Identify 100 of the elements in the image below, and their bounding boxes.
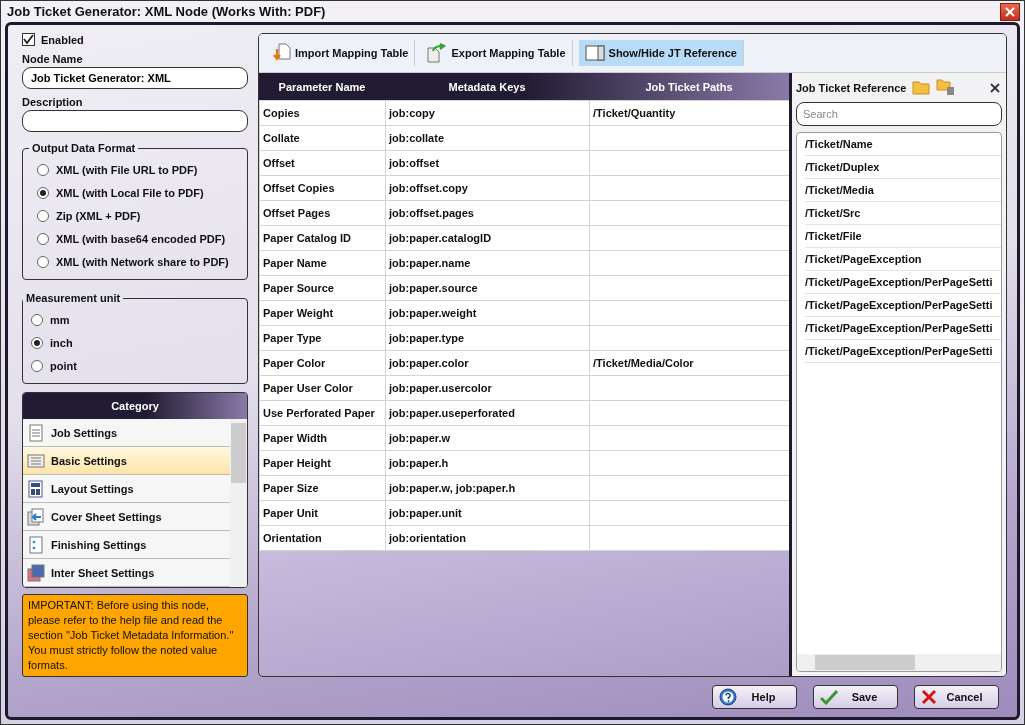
folder-trash-icon[interactable] bbox=[936, 79, 957, 96]
radio-button[interactable] bbox=[37, 163, 49, 176]
radio-label: inch bbox=[50, 336, 73, 349]
table-cell: Use Perforated Paper bbox=[259, 400, 386, 426]
radio-button[interactable] bbox=[31, 336, 43, 349]
table-cell: job:paper.source bbox=[385, 275, 590, 301]
document-icon bbox=[27, 507, 45, 526]
scrollbar[interactable] bbox=[230, 419, 247, 587]
list-item[interactable]: /Ticket/PageException/PerPageSetti bbox=[805, 294, 1001, 317]
list-item[interactable]: /Ticket/Name bbox=[805, 133, 1001, 156]
table-cell: Paper Type bbox=[259, 325, 386, 351]
table-cell: job:offset.copy bbox=[385, 175, 590, 201]
table-cell: Offset bbox=[259, 150, 386, 176]
table-cell: job:paper.usercolor bbox=[385, 375, 590, 401]
category-item[interactable]: Basic Settings bbox=[23, 447, 230, 475]
table-cell: job:paper.weight bbox=[385, 300, 590, 326]
panel-icon bbox=[584, 45, 605, 61]
help-icon bbox=[719, 688, 737, 706]
document-icon bbox=[27, 423, 45, 442]
document-icon bbox=[27, 563, 45, 582]
table-cell: Paper Size bbox=[259, 475, 386, 501]
cross-icon bbox=[921, 689, 937, 705]
table-cell: job:copy bbox=[385, 100, 590, 126]
save-button[interactable]: Save bbox=[813, 685, 898, 709]
table-cell: job:paper.useperforated bbox=[385, 400, 590, 426]
document-arrow-icon bbox=[273, 43, 291, 63]
notice-text: IMPORTANT: Before using this node, please refer to the help file and read the section "Job Ticket Metadata Information." You must strictly follow the noted value formats. bbox=[22, 594, 248, 677]
list-item[interactable]: /Ticket/Media bbox=[805, 179, 1001, 202]
table-cell: Offset Pages bbox=[259, 200, 386, 226]
toolbar-button[interactable]: Import Mapping Table bbox=[267, 40, 416, 66]
panel-header: Category bbox=[23, 393, 247, 419]
table-cell: job:paper.w bbox=[385, 425, 590, 451]
table-cell: job:paper.w, job:paper.h bbox=[385, 475, 590, 501]
table-cell: job:paper.catalogID bbox=[385, 225, 590, 251]
table-cell: Paper User Color bbox=[259, 375, 386, 401]
table-cell: Orientation bbox=[259, 525, 386, 551]
table-cell: job:paper.color bbox=[385, 350, 590, 376]
list-item[interactable]: /Ticket/PageException/PerPageSetti bbox=[805, 271, 1001, 294]
document-icon bbox=[27, 479, 45, 498]
category-item[interactable]: Inter Sheet Settings bbox=[23, 559, 230, 587]
column-header[interactable]: Job Ticket Paths bbox=[589, 80, 789, 93]
category-item[interactable]: Cover Sheet Settings bbox=[23, 503, 230, 531]
list-item[interactable]: /Ticket/PageException/PerPageSetti bbox=[805, 340, 1001, 363]
list-item[interactable]: /Ticket/Src bbox=[805, 202, 1001, 225]
radio-label: mm bbox=[50, 313, 70, 326]
checkmark-icon bbox=[820, 689, 838, 705]
table-cell: Collate bbox=[259, 125, 386, 151]
search-field[interactable]: Search bbox=[796, 102, 1002, 126]
radio-button[interactable] bbox=[37, 255, 49, 268]
input-field[interactable] bbox=[22, 110, 248, 132]
radio-label: Zip (XML + PDF) bbox=[56, 209, 141, 222]
cancel-button[interactable]: Cancel bbox=[914, 685, 999, 709]
input-field[interactable]: Job Ticket Generator: XML bbox=[22, 67, 248, 89]
table-cell: Paper Name bbox=[259, 250, 386, 276]
list-item[interactable]: /Ticket/File bbox=[805, 225, 1001, 248]
table-cell: job:paper.type bbox=[385, 325, 590, 351]
toolbar-button[interactable]: Show/Hide JT Reference bbox=[578, 40, 744, 66]
radio-button[interactable] bbox=[37, 232, 49, 245]
radio-button[interactable] bbox=[31, 359, 43, 372]
window-title: Job Ticket Generator: XML Node (Works With: PDF) bbox=[7, 4, 327, 19]
checkbox-label: Enabled bbox=[41, 33, 84, 46]
radio-button[interactable] bbox=[31, 313, 43, 326]
radio-label: XML (with base64 encoded PDF) bbox=[56, 232, 226, 245]
table-cell: job:collate bbox=[385, 125, 590, 151]
field-label: Node Name bbox=[22, 53, 84, 65]
toolbar-button[interactable]: Export Mapping Table bbox=[421, 40, 573, 66]
table-cell: /Ticket/Quantity bbox=[589, 100, 790, 126]
help-button[interactable]: Help bbox=[712, 685, 797, 709]
list-item[interactable]: /Ticket/PageException/PerPageSetti bbox=[805, 317, 1001, 340]
list-item[interactable]: /Ticket/PageException bbox=[805, 248, 1001, 271]
radio-button[interactable] bbox=[37, 186, 49, 199]
table-cell: job:offset.pages bbox=[385, 200, 590, 226]
list-item[interactable]: /Ticket/Duplex bbox=[805, 156, 1001, 179]
close-icon[interactable] bbox=[1000, 2, 1020, 21]
category-item[interactable]: Finishing Settings bbox=[23, 531, 230, 559]
radio-label: point bbox=[50, 359, 77, 372]
table-cell: Paper Weight bbox=[259, 300, 386, 326]
panel-title: Job Ticket Reference bbox=[796, 81, 907, 94]
category-item[interactable]: Layout Settings bbox=[23, 475, 230, 503]
document-icon bbox=[27, 451, 45, 470]
table-cell: job:paper.h bbox=[385, 450, 590, 476]
radio-label: XML (with Local File to PDF) bbox=[56, 186, 204, 199]
table-cell: Paper Source bbox=[259, 275, 386, 301]
radio-label: XML (with Network share to PDF) bbox=[56, 255, 229, 268]
checkbox[interactable] bbox=[22, 33, 35, 46]
table-cell: job:offset bbox=[385, 150, 590, 176]
column-header[interactable]: Parameter Name bbox=[259, 80, 385, 93]
table-cell: Offset Copies bbox=[259, 175, 386, 201]
radio-label: XML (with File URL to PDF) bbox=[56, 163, 198, 176]
document-arrow-icon bbox=[427, 43, 448, 63]
scrollbar[interactable] bbox=[797, 654, 1001, 671]
column-header[interactable]: Metadata Keys bbox=[385, 80, 589, 93]
radio-button[interactable] bbox=[37, 209, 49, 222]
table-cell: job:paper.unit bbox=[385, 500, 590, 526]
table-cell: Paper Unit bbox=[259, 500, 386, 526]
table-cell: job:orientation bbox=[385, 525, 590, 551]
table-cell: Paper Catalog ID bbox=[259, 225, 386, 251]
group-title: Measurement unit bbox=[25, 292, 122, 304]
table-cell: job:paper.name bbox=[385, 250, 590, 276]
table-cell: Paper Color bbox=[259, 350, 386, 376]
